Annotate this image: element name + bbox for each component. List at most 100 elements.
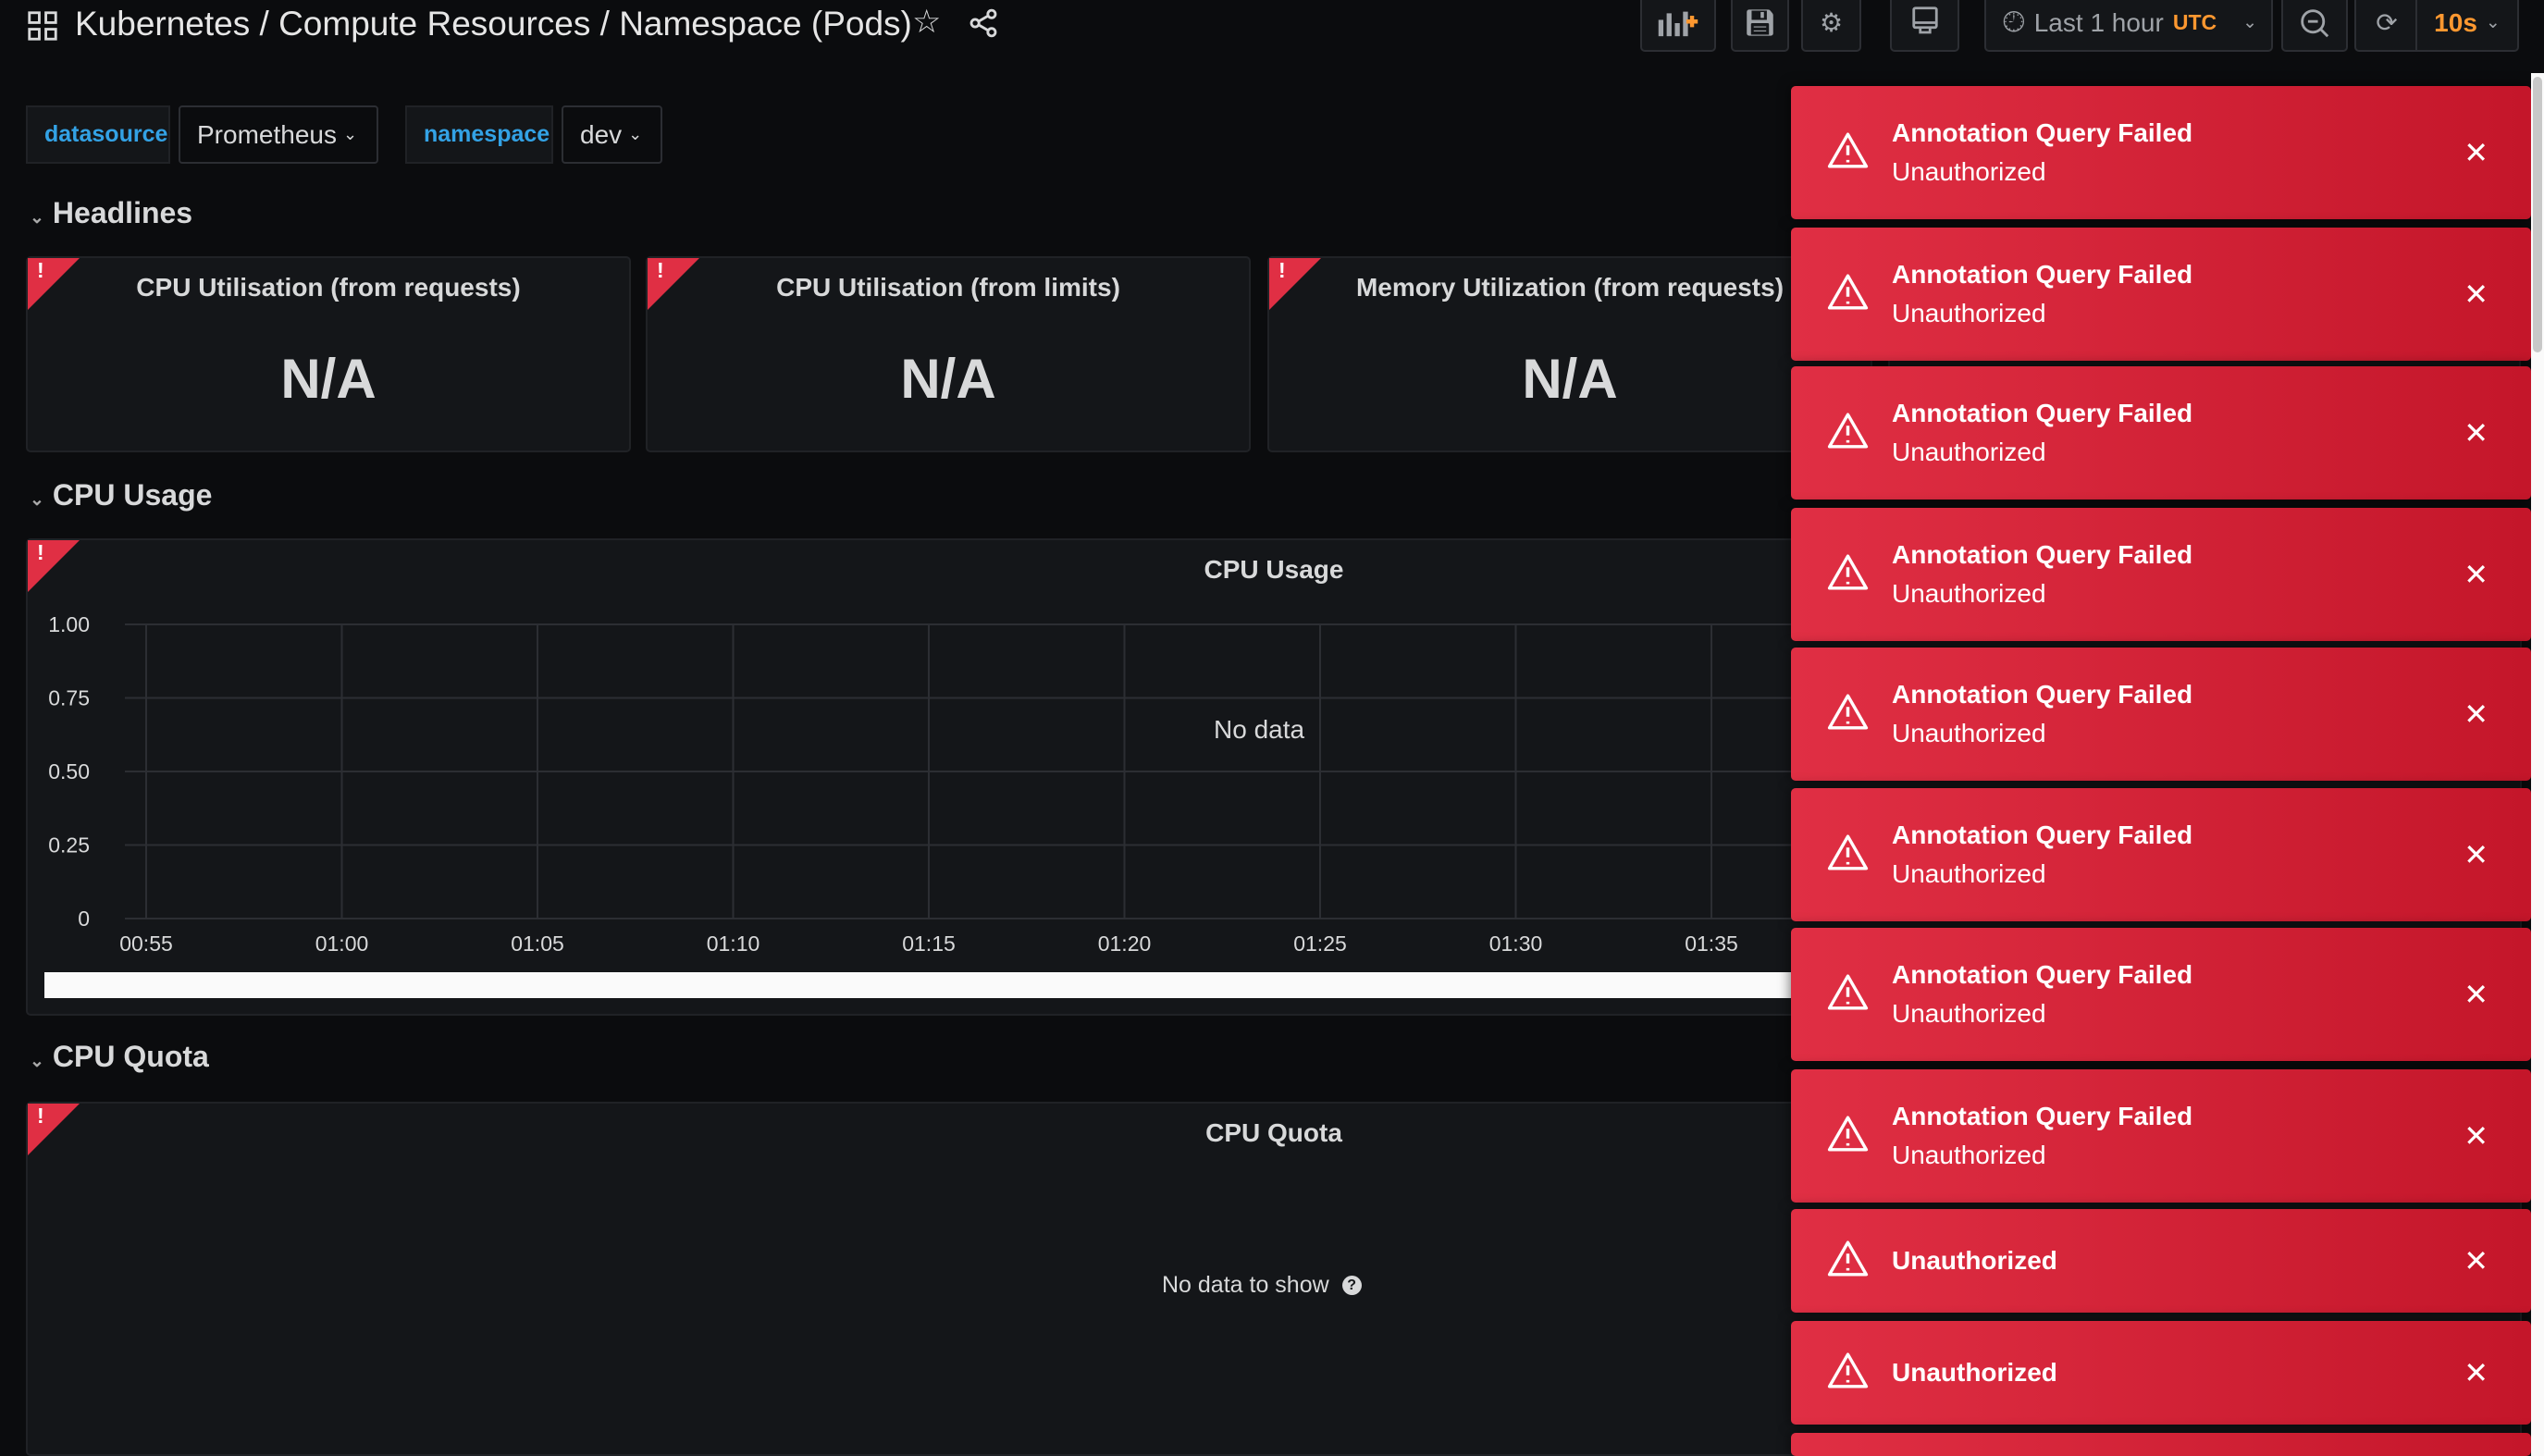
close-icon[interactable]: ✕: [2464, 415, 2488, 450]
close-icon[interactable]: ✕: [2464, 557, 2488, 592]
zoom-out-icon: [2301, 8, 2329, 37]
save-dashboard-button[interactable]: 💾︎: [1731, 0, 1789, 52]
y-tick-label: 0.25: [48, 833, 90, 858]
error-toast: Annotation Query Failed Unauthorized ✕: [1791, 86, 2531, 219]
panel-title[interactable]: CPU Utilisation (from limits): [648, 273, 1249, 302]
x-tick-label: 00:55: [119, 932, 173, 956]
panel-title[interactable]: Memory Utilization (from requests): [1269, 273, 1871, 302]
panel-title[interactable]: CPU Utilisation (from requests): [28, 273, 629, 302]
gear-icon: ⚙: [1819, 8, 1844, 37]
error-toast: Annotation Query Failed Unauthorized ✕: [1791, 366, 2531, 500]
dashboard-grid-icon[interactable]: [28, 11, 57, 45]
chevron-down-icon: ⌄: [342, 125, 358, 143]
scrollbar-track[interactable]: [2531, 73, 2544, 1456]
row-title: CPU Quota: [52, 1040, 209, 1073]
variable-label-namespace: namespace: [405, 105, 553, 164]
stat-panel-memory-requests: ! Memory Utilization (from requests) N/A: [1267, 256, 1872, 452]
chevron-down-icon: ⌄: [628, 125, 643, 143]
error-toast: Annotation Query Failed Unauthorized ✕: [1791, 928, 2531, 1061]
time-picker[interactable]: 🕘︎ Last 1 hour UTC ⌄: [1984, 0, 2273, 52]
toast-message: Unauthorized: [1892, 1246, 2057, 1275]
stat-panel-cpu-limits: ! CPU Utilisation (from limits) N/A: [646, 256, 1251, 452]
y-tick-label: 0: [78, 907, 90, 931]
warning-icon: [1827, 833, 1869, 877]
toast-title: Annotation Query Failed: [1892, 540, 2193, 569]
error-toast: Annotation Query Failed Unauthorized ✕: [1791, 788, 2531, 921]
error-toast: [1791, 1433, 2531, 1456]
add-panel-icon: [1658, 11, 1698, 36]
help-icon[interactable]: ?: [1341, 1276, 1362, 1295]
error-toast: Unauthorized ✕: [1791, 1209, 2531, 1313]
close-icon[interactable]: ✕: [2464, 837, 2488, 872]
row-cpu-usage[interactable]: ⌄ CPU Usage: [30, 478, 212, 512]
row-title: CPU Usage: [52, 478, 213, 512]
toast-title: Annotation Query Failed: [1892, 821, 2193, 849]
warning-icon: [1827, 131, 1869, 175]
zoom-out-button[interactable]: [2281, 0, 2348, 52]
chevron-down-icon: ⌄: [30, 490, 44, 510]
x-tick-label: 01:10: [707, 932, 760, 956]
close-icon[interactable]: ✕: [2464, 135, 2488, 170]
y-tick-label: 0.75: [48, 686, 90, 710]
row-headlines[interactable]: ⌄ Headlines: [30, 196, 192, 230]
y-tick-label: 0.50: [48, 759, 90, 784]
warning-icon: [1827, 693, 1869, 736]
toast-message: Unauthorized: [1892, 157, 2046, 186]
toast-message: Unauthorized: [1892, 438, 2046, 466]
warning-icon: [1827, 412, 1869, 455]
refresh-interval-picker[interactable]: 10s ⌄: [2415, 0, 2519, 52]
no-data-message: No data to show: [1162, 1272, 1329, 1298]
stat-value: N/A: [900, 348, 996, 410]
clock-icon: 🕘︎: [2003, 6, 2025, 38]
share-icon[interactable]: [969, 8, 998, 43]
close-icon[interactable]: ✕: [2464, 1355, 2488, 1390]
refresh-icon: ⟳: [2376, 8, 2398, 37]
variable-select-datasource[interactable]: Prometheus ⌄: [179, 105, 378, 164]
variable-select-namespace[interactable]: dev ⌄: [562, 105, 662, 164]
toast-title: Annotation Query Failed: [1892, 118, 2193, 147]
star-icon[interactable]: ☆: [912, 4, 941, 41]
scrollbar-thumb[interactable]: [2533, 77, 2542, 352]
dashboard-settings-button[interactable]: ⚙: [1801, 0, 1861, 52]
timezone-label: UTC: [2172, 10, 2217, 34]
y-tick-label: 1.00: [48, 612, 90, 636]
stat-value: N/A: [1522, 348, 1618, 410]
toast-message: Unauthorized: [1892, 579, 2046, 608]
chevron-down-icon: ⌄: [30, 1052, 44, 1071]
close-icon[interactable]: ✕: [2464, 1243, 2488, 1278]
stat-panel-cpu-requests: ! CPU Utilisation (from requests) N/A: [26, 256, 631, 452]
toast-title: Annotation Query Failed: [1892, 399, 2193, 427]
close-icon[interactable]: ✕: [2464, 697, 2488, 732]
warning-icon: [1827, 1351, 1869, 1395]
cycle-view-mode-button[interactable]: [1890, 0, 1959, 52]
refresh-button[interactable]: ⟳: [2354, 0, 2417, 52]
warning-icon: [1827, 273, 1869, 316]
x-tick-label: 01:05: [511, 932, 564, 956]
warning-icon: [1827, 553, 1869, 597]
error-toast: Annotation Query Failed Unauthorized ✕: [1791, 1069, 2531, 1203]
error-toast: Unauthorized ✕: [1791, 1321, 2531, 1425]
toast-title: Annotation Query Failed: [1892, 680, 2193, 709]
close-icon[interactable]: ✕: [2464, 977, 2488, 1012]
x-tick-label: 01:00: [315, 932, 369, 956]
toast-message: Unauthorized: [1892, 299, 2046, 327]
x-tick-label: 01:15: [902, 932, 956, 956]
toast-title: Annotation Query Failed: [1892, 960, 2193, 989]
dashboard-title[interactable]: Kubernetes / Compute Resources / Namespa…: [75, 5, 912, 43]
close-icon[interactable]: ✕: [2464, 277, 2488, 312]
stat-value: N/A: [280, 348, 377, 410]
add-panel-button[interactable]: [1640, 0, 1716, 52]
close-icon[interactable]: ✕: [2464, 1118, 2488, 1154]
refresh-interval-value: 10s: [2434, 7, 2477, 37]
x-tick-label: 01:35: [1685, 932, 1738, 956]
error-toast: Annotation Query Failed Unauthorized ✕: [1791, 508, 2531, 641]
warning-icon: [1827, 1240, 1869, 1283]
monitor-icon: [1911, 6, 1938, 34]
row-cpu-quota[interactable]: ⌄ CPU Quota: [30, 1040, 209, 1074]
toast-message: Unauthorized: [1892, 999, 2046, 1028]
chevron-down-icon: ⌄: [30, 208, 44, 228]
row-title: Headlines: [52, 196, 193, 229]
variable-label-datasource: datasource: [26, 105, 170, 164]
warning-icon: [1827, 1115, 1869, 1158]
no-data-message: No data: [1214, 715, 1305, 744]
